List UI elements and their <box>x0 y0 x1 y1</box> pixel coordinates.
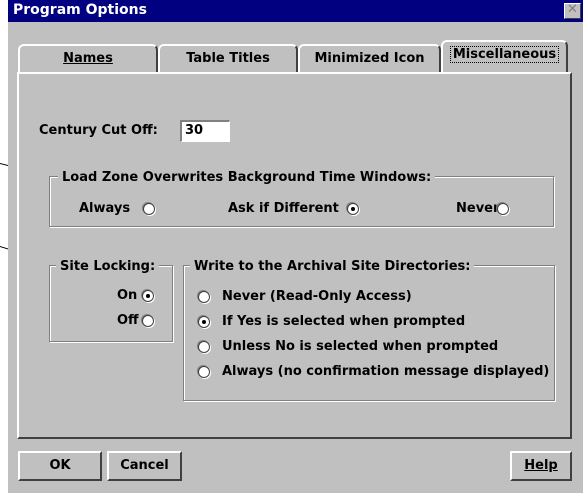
cancel-button[interactable]: Cancel <box>107 451 182 481</box>
archival-title: Write to the Archival Site Directories: <box>190 259 475 274</box>
load-zone-title: Load Zone Overwrites Background Time Win… <box>58 170 436 185</box>
site-locking-group <box>49 265 173 342</box>
century-input[interactable]: 30 <box>180 120 230 142</box>
load-zone-ask-label: Ask if Different <box>228 201 339 216</box>
load-zone-always-radio[interactable] <box>143 203 155 215</box>
load-zone-ask-radio[interactable] <box>347 203 359 215</box>
archival-group <box>183 265 555 401</box>
close-icon: ✕ <box>567 2 578 17</box>
archival-if-yes-radio[interactable] <box>198 316 210 328</box>
tab-table-titles[interactable]: Table Titles <box>158 44 298 74</box>
load-zone-always-label: Always <box>79 201 131 216</box>
site-locking-off-radio[interactable] <box>142 315 154 327</box>
archival-always-radio[interactable] <box>198 366 210 378</box>
site-locking-off-label: Off <box>117 313 139 328</box>
site-locking-title: Site Locking: <box>56 259 160 274</box>
archival-unless-no-radio[interactable] <box>198 341 210 353</box>
help-button-label: Help <box>524 458 558 473</box>
archival-never-label: Never (Read-Only Access) <box>222 289 412 304</box>
tab-miscellaneous[interactable]: Miscellaneous <box>441 40 568 74</box>
century-label: Century Cut Off: <box>39 123 158 138</box>
tab-names[interactable]: Names <box>18 44 158 74</box>
tab-miscellaneous-label: Miscellaneous <box>449 46 560 63</box>
archival-always-label: Always (no confirmation message displaye… <box>222 364 550 379</box>
archival-never-radio[interactable] <box>198 291 210 303</box>
archival-unless-no-label: Unless No is selected when prompted <box>222 339 499 354</box>
window-title: Program Options <box>13 2 147 18</box>
tab-names-label: Names <box>63 51 113 66</box>
ok-button[interactable]: OK <box>18 451 102 481</box>
tab-minimized-icon-label: Minimized Icon <box>314 51 425 66</box>
tab-table-titles-label: Table Titles <box>186 51 270 66</box>
load-zone-never-radio[interactable] <box>497 203 509 215</box>
help-button[interactable]: Help <box>510 451 572 481</box>
close-button[interactable]: ✕ <box>564 2 581 19</box>
site-locking-on-label: On <box>117 288 138 303</box>
archival-if-yes-label: If Yes is selected when prompted <box>222 314 466 329</box>
tab-minimized-icon[interactable]: Minimized Icon <box>298 44 441 74</box>
load-zone-never-label: Never <box>456 201 500 216</box>
site-locking-on-radio[interactable] <box>142 290 154 302</box>
